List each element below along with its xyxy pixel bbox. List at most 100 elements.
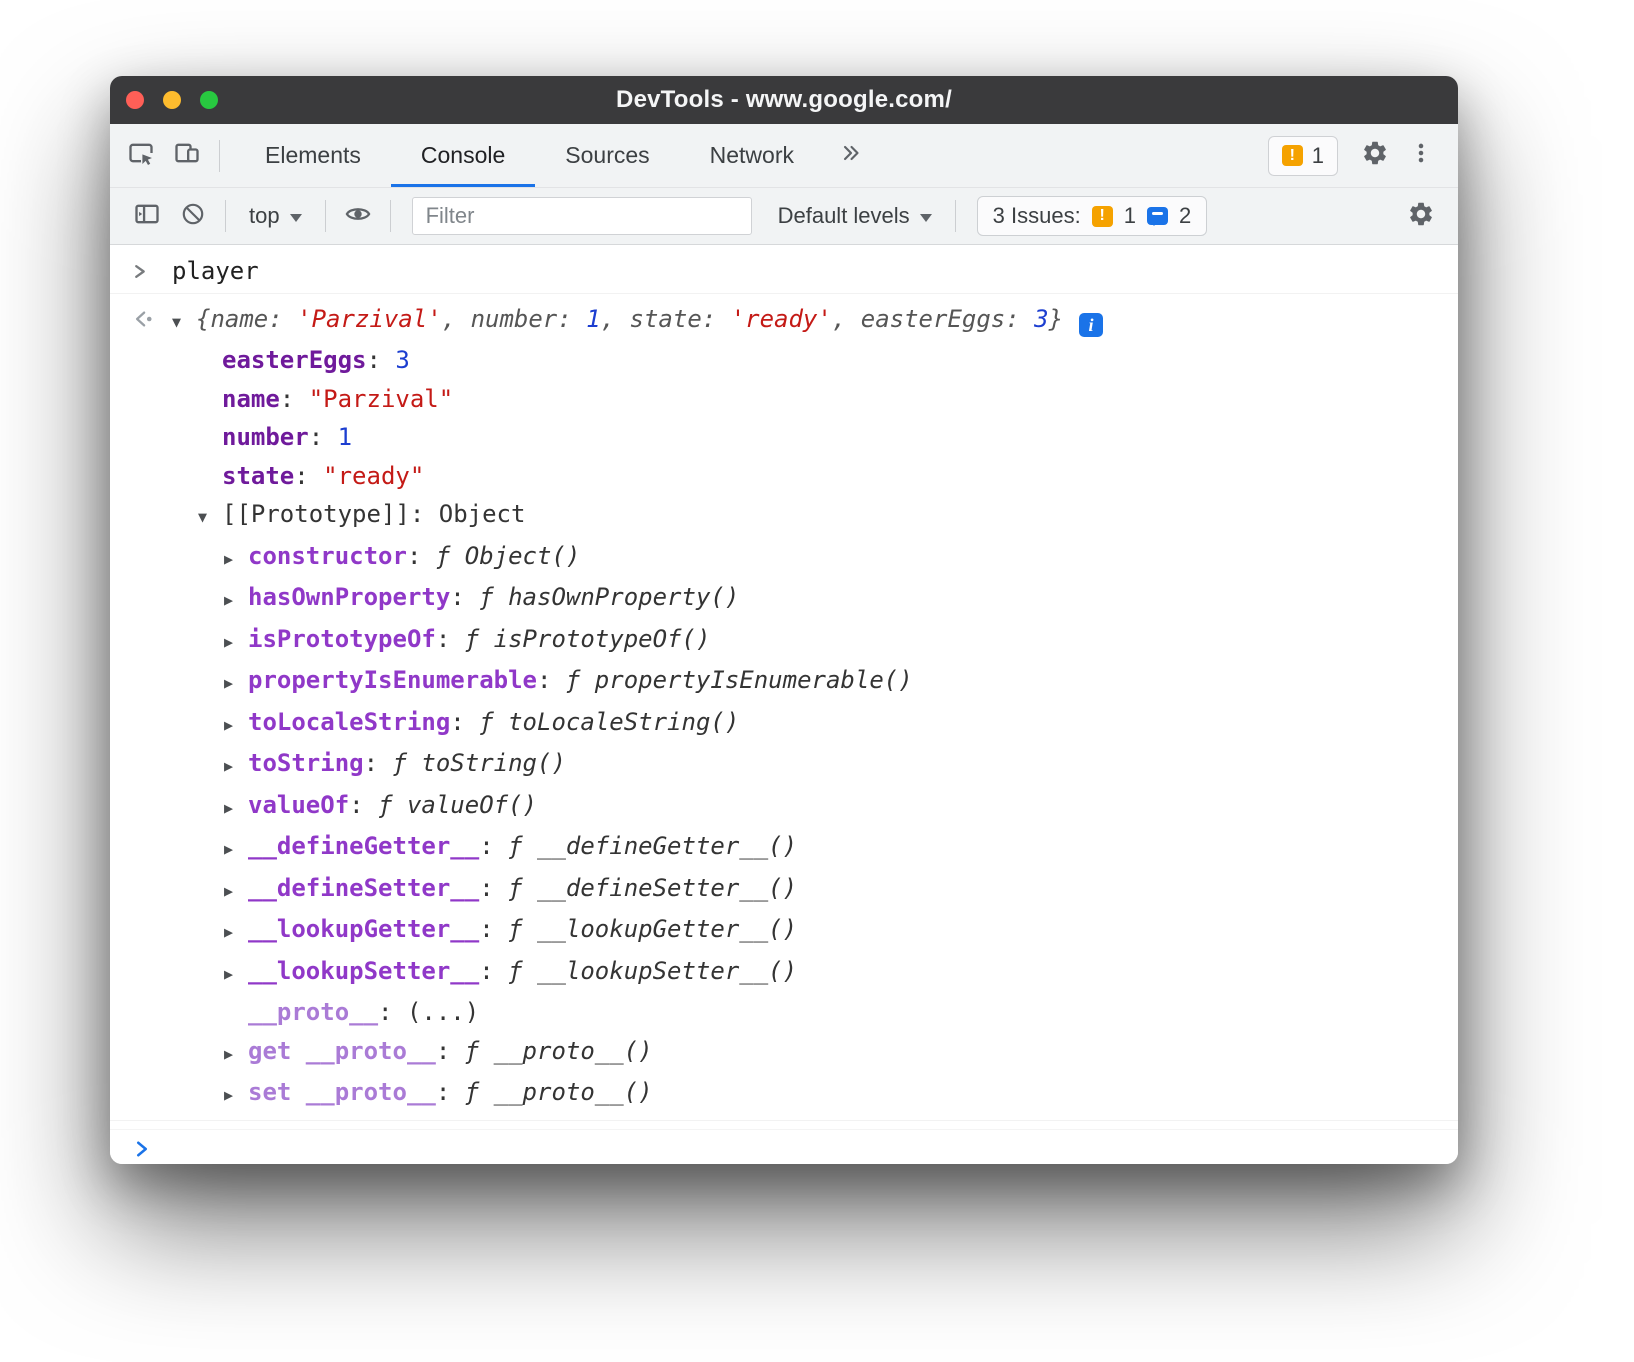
tab-network[interactable]: Network [680,124,824,187]
expand-triangle-icon[interactable]: ▶ [224,872,248,911]
token-fn: ƒ valueOf() [378,791,537,819]
chevron-double-right-icon [838,140,864,171]
console-errors-badge[interactable]: ! 1 [1268,136,1338,176]
expand-triangle-icon[interactable]: ▶ [224,747,248,786]
chevron-down-icon [920,214,932,222]
more-tabs-button[interactable] [828,133,874,179]
token-n: 1 [338,423,352,451]
issue-message-count: 2 [1179,203,1191,229]
token-fn: ƒ __lookupSetter__() [508,957,797,985]
token-pu: : [436,1078,465,1106]
close-button[interactable] [126,91,144,109]
property-row: ▶isPrototypeOf: ƒ isPrototypeOf() [110,620,1458,662]
live-expression-button[interactable] [335,193,381,239]
token-p: , [832,305,861,333]
token-fnm: constructor [248,542,407,570]
clear-console-button[interactable] [170,193,216,239]
main-menu-button[interactable] [1398,133,1444,179]
device-toolbar-button[interactable] [164,133,210,179]
divider [955,200,956,232]
token-nm: name [222,385,280,413]
object-preview-row: ▼{name: 'Parzival', number: 1, state: 'r… [110,300,1458,342]
expand-triangle-icon[interactable]: ▶ [224,1076,248,1115]
token-pu: : [280,385,309,413]
devtools-window: DevTools - www.google.com/ ElementsConso… [110,76,1458,1164]
titlebar[interactable]: DevTools - www.google.com/ [110,76,1458,124]
expand-triangle-icon[interactable]: ▶ [224,830,248,869]
property-row: name: "Parzival" [110,380,1458,419]
token-fn: ƒ isPrototypeOf() [465,625,711,653]
token-nm: number [222,423,309,451]
property-row: ▶__defineGetter__: ƒ __defineGetter__() [110,827,1458,869]
console-prompt[interactable] [110,1129,1458,1165]
context-label: top [249,203,280,229]
issues-button[interactable]: 3 Issues: ! 1 2 [977,196,1208,236]
console-panel[interactable]: player ▼{name: 'Parzival', number: 1, sta… [110,245,1458,1164]
token-p: , [442,305,471,333]
filter-input[interactable] [412,197,752,235]
token-fn: ƒ __proto__() [465,1078,653,1106]
sidebar-panel-icon [133,200,161,233]
settings-button[interactable] [1352,133,1398,179]
info-icon[interactable]: i [1079,313,1103,337]
log-levels-selector[interactable]: Default levels [764,203,946,229]
expand-triangle-icon[interactable]: ▶ [224,706,248,745]
command-input-icon [132,252,149,291]
zoom-button[interactable] [200,91,218,109]
tab-strip: ElementsConsoleSourcesNetwork [235,124,824,187]
property-row: state: "ready" [110,457,1458,496]
token-p: , [601,305,630,333]
expand-triangle-icon[interactable]: ▶ [224,913,248,952]
expand-triangle-icon[interactable]: ▶ [224,664,248,703]
expand-triangle-icon[interactable]: ▶ [224,789,248,828]
minimize-button[interactable] [163,91,181,109]
collapse-triangle-icon[interactable]: ▼ [172,303,196,342]
token-ob: Object [439,500,526,528]
property-row: ▶__lookupGetter__: ƒ __lookupGetter__() [110,910,1458,952]
property-row: ▶hasOwnProperty: ƒ hasOwnProperty() [110,578,1458,620]
console-messages: player ▼{name: 'Parzival', number: 1, sta… [110,252,1458,1121]
token-pu: : [450,583,479,611]
device-toolbar-icon [173,139,201,172]
token-p: : [268,305,297,333]
collapse-triangle-icon[interactable]: ▼ [198,498,222,537]
tab-console[interactable]: Console [391,124,535,187]
token-fnm: propertyIsEnumerable [248,666,537,694]
token-pu: : [450,708,479,736]
divider [219,140,220,172]
token-n: 3 [1034,305,1048,333]
token-fnm: __lookupSetter__ [248,957,479,985]
token-s: "Parzival" [309,385,454,413]
console-command-row: player [110,252,1458,294]
issue-error-count: 1 [1124,203,1136,229]
tab-sources[interactable]: Sources [535,124,679,187]
eye-icon [344,200,372,233]
token-s: 'Parzival' [297,305,442,333]
token-fnm: __defineGetter__ [248,832,479,860]
error-icon: ! [1282,145,1303,166]
clear-icon [180,201,206,232]
expand-triangle-icon[interactable]: ▶ [224,1035,248,1074]
prompt-chevron-icon [132,1130,152,1165]
token-fnm: toString [248,749,364,777]
inspect-element-button[interactable] [118,133,164,179]
property-row: ▶propertyIsEnumerable: ƒ propertyIsEnume… [110,661,1458,703]
tab-elements[interactable]: Elements [235,124,391,187]
gear-icon [1361,139,1389,172]
token-pu: : [410,500,439,528]
return-value-icon [132,300,155,339]
token-fnm: valueOf [248,791,349,819]
token-fn: ƒ Object() [436,542,581,570]
console-sidebar-button[interactable] [124,193,170,239]
token-fn: ƒ __proto__() [465,1037,653,1065]
context-selector[interactable]: top [235,203,316,229]
console-settings-button[interactable] [1398,193,1444,239]
expand-triangle-icon[interactable]: ▶ [224,581,248,620]
log-levels-label: Default levels [778,203,910,229]
property-row: ▶toString: ƒ toString() [110,744,1458,786]
expand-triangle-icon[interactable]: ▶ [224,623,248,662]
expand-triangle-icon[interactable]: ▶ [224,955,248,994]
expand-triangle-icon[interactable]: ▶ [224,540,248,579]
property-row: ▶get __proto__: ƒ __proto__() [110,1032,1458,1074]
kebab-menu-icon [1408,140,1434,171]
